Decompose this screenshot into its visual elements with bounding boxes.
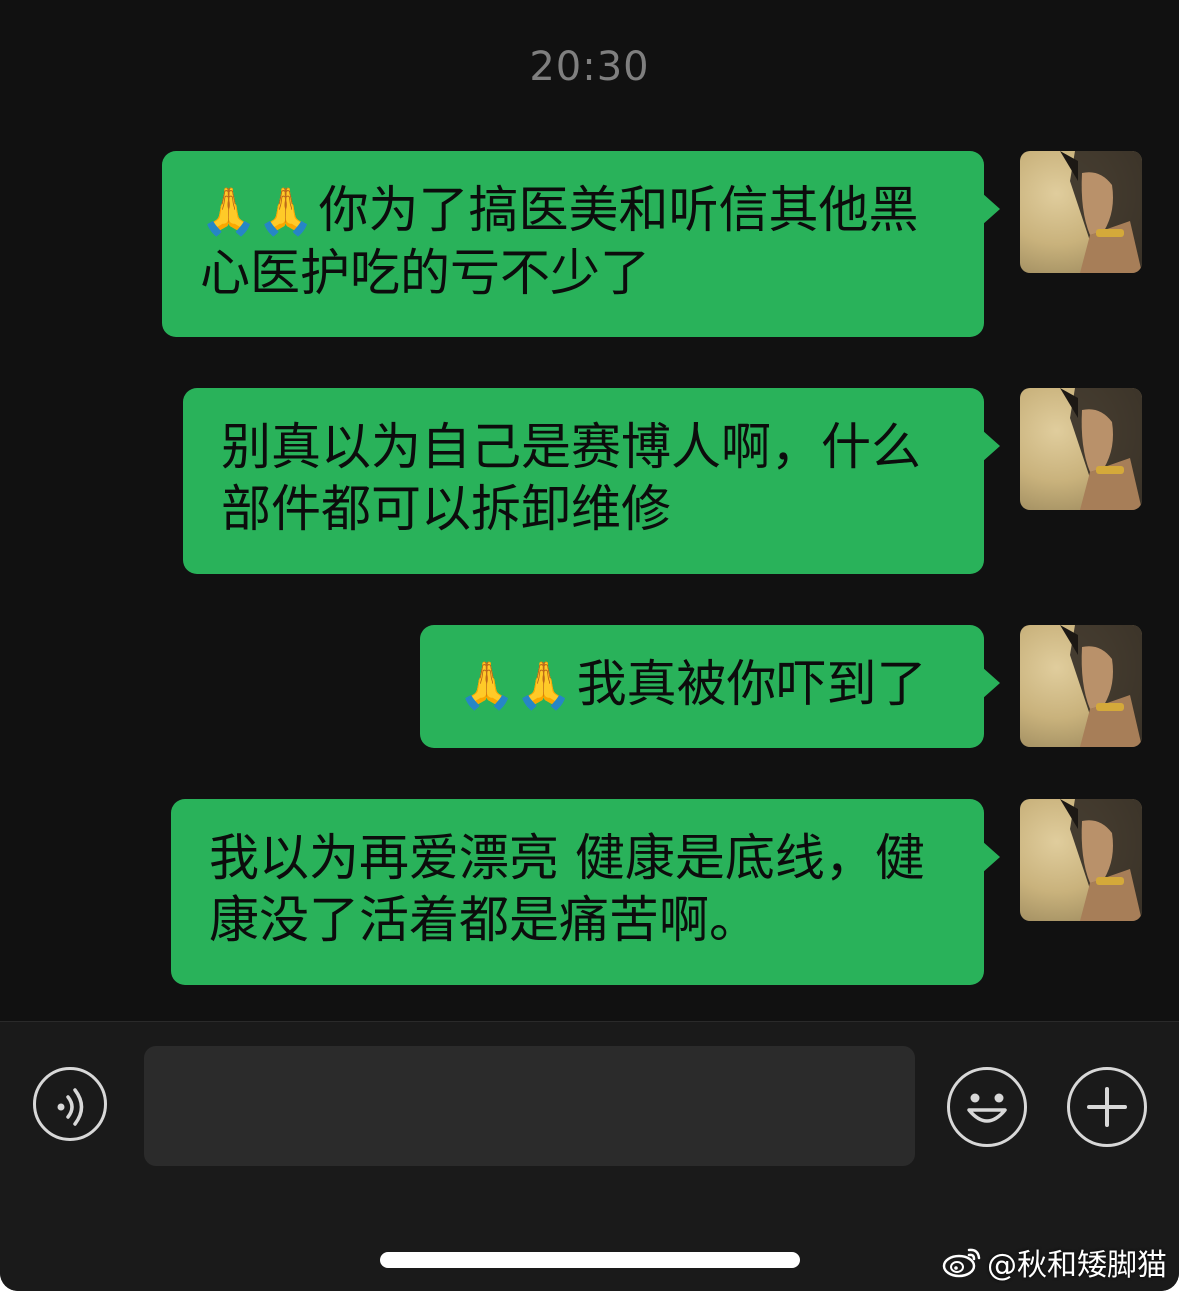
pray-emoji: 🙏🙏 bbox=[458, 658, 573, 712]
voice-button[interactable] bbox=[33, 1067, 107, 1141]
emoji-button[interactable] bbox=[947, 1067, 1027, 1147]
avatar[interactable] bbox=[1020, 388, 1142, 510]
plus-button[interactable] bbox=[1067, 1067, 1147, 1147]
message-bubble[interactable]: 别真以为自己是赛博人啊，什么部件都可以拆卸维修 bbox=[183, 388, 1000, 574]
message-bubble[interactable]: 🙏🙏你为了搞医美和听信其他黑心医护吃的亏不少了 bbox=[162, 151, 1000, 337]
avatar[interactable] bbox=[1020, 151, 1142, 273]
message-bubble[interactable]: 我以为再爱漂亮 健康是底线，健康没了活着都是痛苦啊。 bbox=[171, 799, 1000, 985]
plus-icon bbox=[1087, 1087, 1127, 1127]
home-indicator[interactable] bbox=[380, 1252, 800, 1268]
watermark: @秋和矮脚猫 bbox=[941, 1240, 1167, 1284]
message-text: 我以为再爱漂亮 健康是底线，健康没了活着都是痛苦啊。 bbox=[209, 829, 925, 949]
weibo-icon bbox=[942, 1248, 981, 1278]
avatar[interactable] bbox=[1020, 625, 1142, 747]
message-text: 别真以为自己是赛博人啊，什么部件都可以拆卸维修 bbox=[221, 418, 921, 538]
watermark-text: @秋和矮脚猫 bbox=[987, 1248, 1167, 1283]
avatar[interactable] bbox=[1020, 799, 1142, 921]
message-bubble[interactable]: 🙏🙏我真被你吓到了 bbox=[420, 625, 1000, 748]
chat-screen: 20:30 🙏🙏你为了搞医美和听信其他黑心医护吃的亏不少了 别真以为自己是赛博人… bbox=[0, 0, 1179, 1291]
message-timestamp: 20:30 bbox=[529, 44, 650, 90]
emoji-face-icon bbox=[967, 1093, 1007, 1123]
message-text: 我真被你吓到了 bbox=[576, 655, 927, 713]
voice-icon bbox=[57, 1088, 84, 1126]
message-input[interactable] bbox=[144, 1046, 915, 1166]
pray-emoji: 🙏🙏 bbox=[200, 184, 315, 238]
